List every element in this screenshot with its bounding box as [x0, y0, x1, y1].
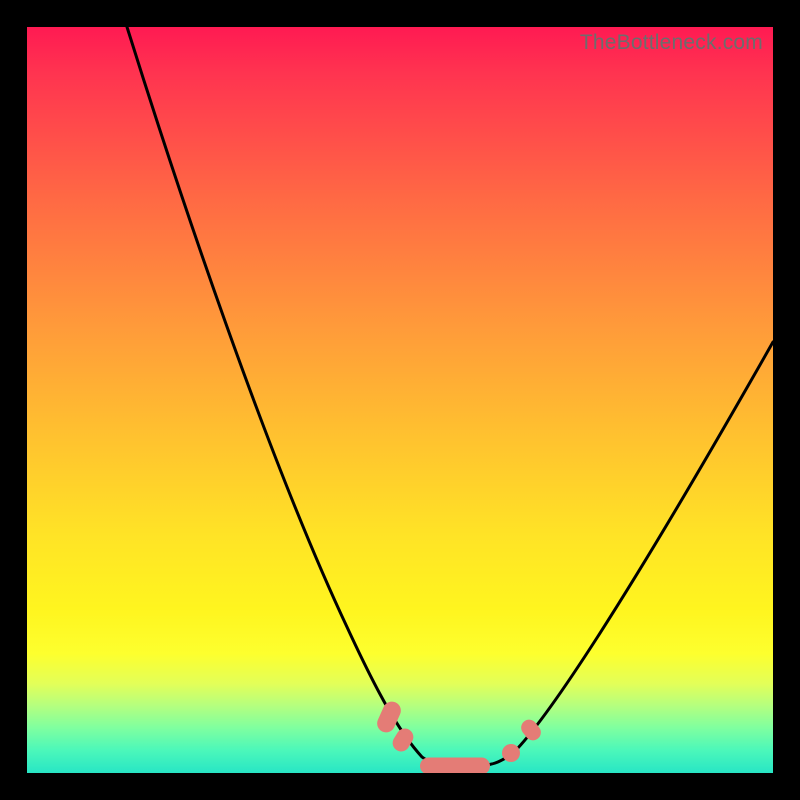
- chart-frame: TheBottleneck.com: [0, 0, 800, 800]
- bottleneck-curve: [27, 27, 773, 773]
- bead-left-lower: [389, 725, 416, 754]
- bead-floor: [420, 758, 490, 774]
- bead-right-lower: [502, 744, 520, 762]
- watermark-text: TheBottleneck.com: [580, 31, 763, 55]
- plot-area: TheBottleneck.com: [27, 27, 773, 773]
- curve-path: [127, 27, 773, 766]
